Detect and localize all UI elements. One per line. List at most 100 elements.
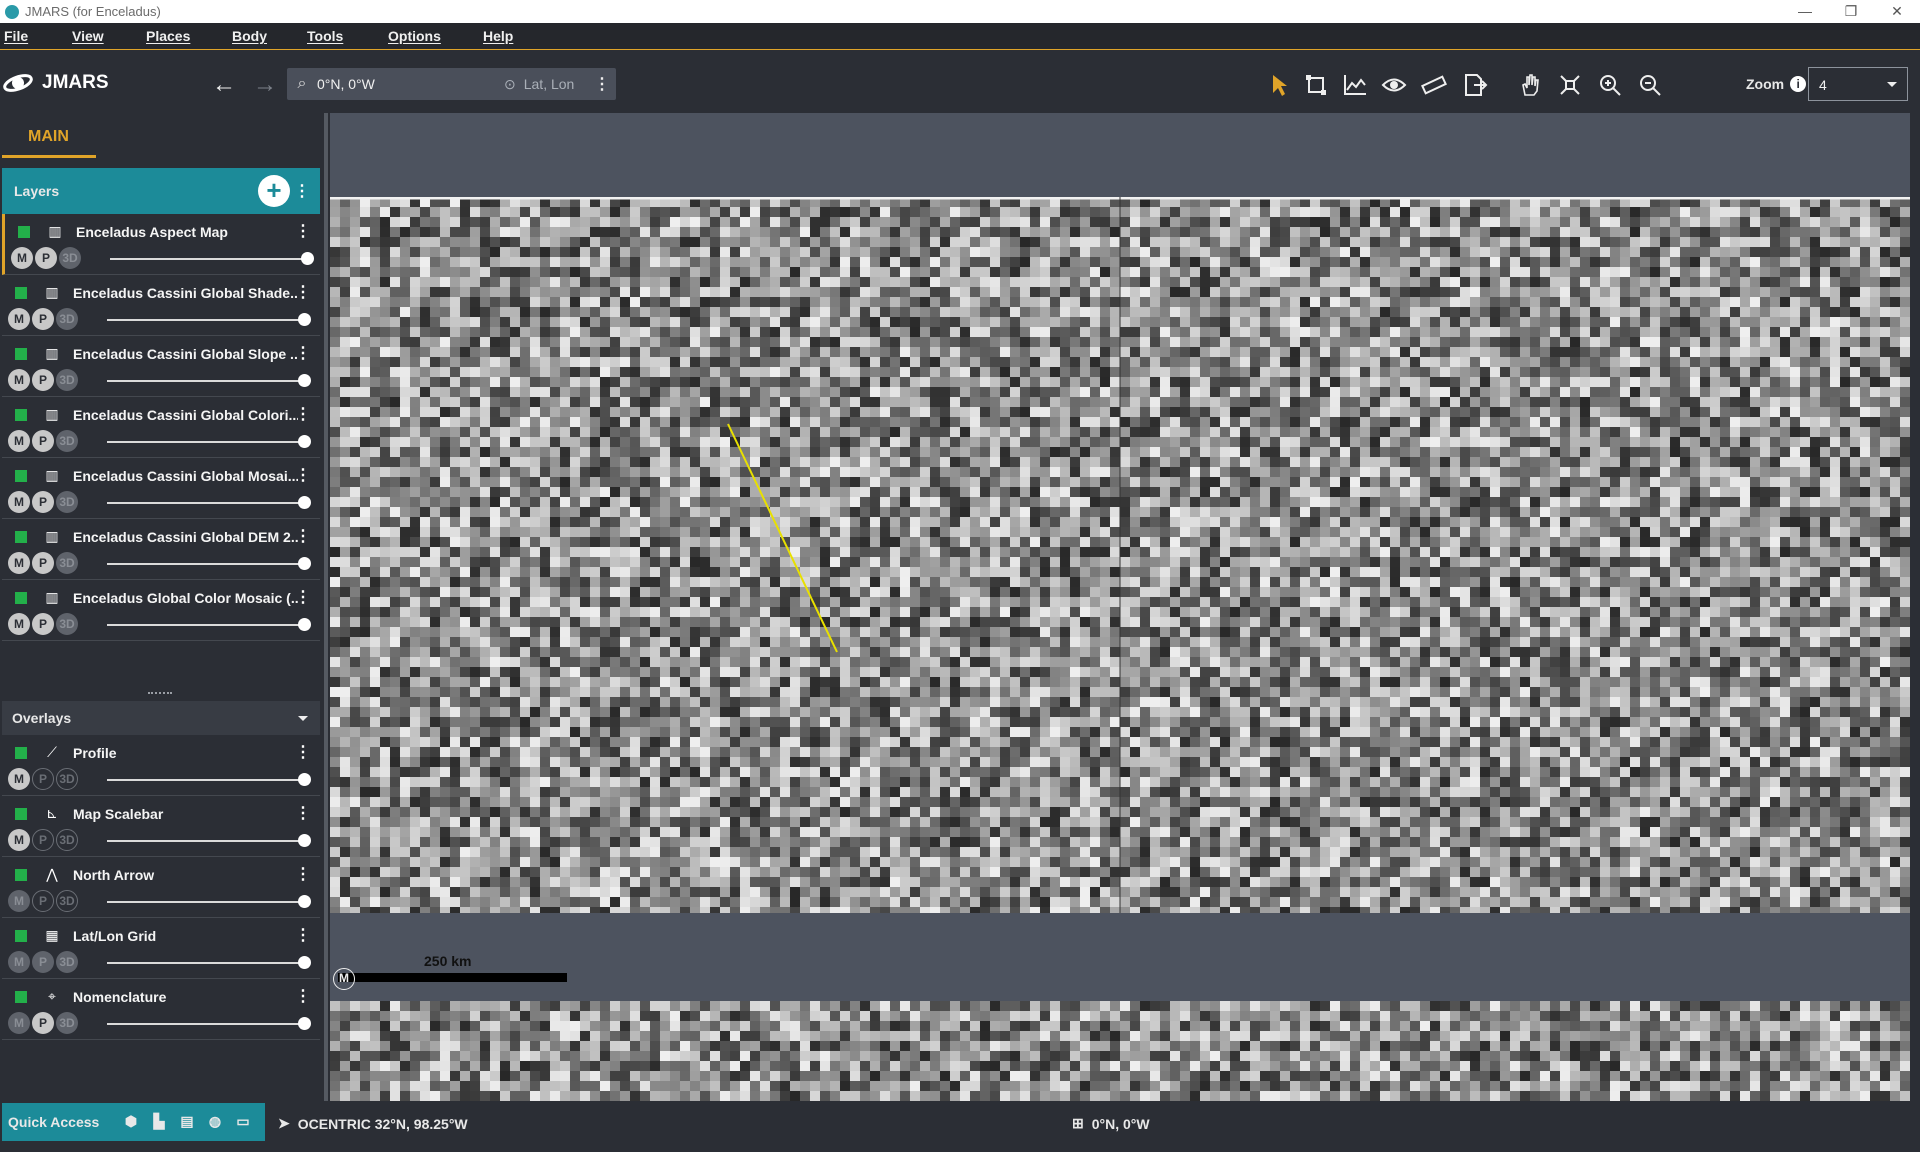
menu-view[interactable]: View bbox=[72, 28, 104, 44]
opacity-slider-handle[interactable] bbox=[298, 956, 311, 969]
panner-badge[interactable]: P bbox=[32, 430, 54, 452]
3d-badge[interactable]: 3D bbox=[56, 951, 78, 973]
overlay-row[interactable]: ⌖ Nomenclature ⋮ M P 3D bbox=[2, 979, 320, 1040]
layer-name[interactable]: Enceladus Cassini Global Mosai... bbox=[73, 468, 298, 484]
main-view-badge[interactable]: M bbox=[8, 430, 30, 452]
enceladus-map[interactable] bbox=[330, 197, 1910, 913]
opacity-slider[interactable] bbox=[107, 563, 307, 565]
menu-tools[interactable]: Tools bbox=[307, 28, 343, 44]
visibility-checkbox[interactable] bbox=[15, 991, 27, 1003]
overlay-name[interactable]: Lat/Lon Grid bbox=[73, 928, 298, 944]
more-options-icon[interactable]: ⋮ bbox=[295, 925, 311, 945]
visibility-checkbox[interactable] bbox=[15, 470, 27, 482]
main-view-badge[interactable]: M bbox=[8, 613, 30, 635]
opacity-slider[interactable] bbox=[107, 380, 307, 382]
overlay-name[interactable]: North Arrow bbox=[73, 867, 298, 883]
layer-row[interactable]: ▥ Enceladus Aspect Map ⋮ M P 3D bbox=[2, 214, 320, 275]
opacity-slider[interactable] bbox=[107, 624, 307, 626]
opacity-slider[interactable] bbox=[107, 1023, 307, 1025]
chart-icon[interactable]: ▙ bbox=[150, 1112, 168, 1130]
layer-name[interactable]: Enceladus Cassini Global Slope ... bbox=[73, 346, 298, 362]
layer-name[interactable]: Enceladus Cassini Global DEM 2... bbox=[73, 529, 298, 545]
layer-row[interactable]: ▥ Enceladus Cassini Global Shade... ⋮ M P 3D bbox=[2, 275, 320, 336]
opacity-slider[interactable] bbox=[107, 962, 307, 964]
opacity-slider[interactable] bbox=[107, 441, 307, 443]
layer-row[interactable]: ▥ Enceladus Cassini Global Colori... ⋮ M P 3D bbox=[2, 397, 320, 458]
menu-places[interactable]: Places bbox=[146, 28, 190, 44]
opacity-slider[interactable] bbox=[107, 779, 307, 781]
overlay-name[interactable]: Profile bbox=[73, 745, 298, 761]
overlay-row[interactable]: ⊾ Map Scalebar ⋮ M P 3D bbox=[2, 796, 320, 857]
opacity-slider-handle[interactable] bbox=[298, 1017, 311, 1030]
eye-icon[interactable] bbox=[1380, 71, 1408, 99]
location-search-input[interactable]: 0°N, 0°W bbox=[317, 76, 502, 92]
more-options-icon[interactable]: ⋮ bbox=[295, 803, 311, 823]
document-icon[interactable]: ▤ bbox=[178, 1112, 196, 1130]
panner-badge[interactable]: P bbox=[32, 308, 54, 330]
main-view-badge[interactable]: M bbox=[8, 308, 30, 330]
visibility-checkbox[interactable] bbox=[15, 808, 27, 820]
3d-badge[interactable]: 3D bbox=[56, 1012, 78, 1034]
panner-badge[interactable]: P bbox=[35, 247, 57, 269]
layer-name[interactable]: Enceladus Aspect Map bbox=[76, 224, 301, 240]
overlay-name[interactable]: Nomenclature bbox=[73, 989, 298, 1005]
globe-icon[interactable]: ◍ bbox=[206, 1112, 224, 1130]
layer-name[interactable]: Enceladus Global Color Mosaic (... bbox=[73, 590, 298, 606]
3d-badge[interactable]: 3D bbox=[56, 890, 78, 912]
vr-goggles-icon[interactable]: ▭ bbox=[234, 1112, 252, 1130]
panner-badge[interactable]: P bbox=[32, 951, 54, 973]
opacity-slider[interactable] bbox=[107, 901, 307, 903]
visibility-checkbox[interactable] bbox=[15, 592, 27, 604]
3d-badge[interactable]: 3D bbox=[56, 491, 78, 513]
tab-main[interactable]: MAIN bbox=[28, 128, 69, 146]
overlay-row[interactable]: ⋀ North Arrow ⋮ M P 3D bbox=[2, 857, 320, 918]
menu-file[interactable]: File bbox=[4, 28, 28, 44]
panner-badge[interactable]: P bbox=[32, 829, 54, 851]
main-view-badge[interactable]: M bbox=[8, 369, 30, 391]
overview-panel[interactable] bbox=[330, 1001, 1910, 1101]
visibility-checkbox[interactable] bbox=[15, 747, 27, 759]
select-pointer-icon[interactable] bbox=[1265, 71, 1293, 99]
opacity-slider[interactable] bbox=[110, 258, 310, 260]
overlay-row[interactable]: ⟋ Profile ⋮ M P 3D bbox=[2, 735, 320, 796]
visibility-checkbox[interactable] bbox=[15, 409, 27, 421]
more-options-icon[interactable]: ⋮ bbox=[295, 526, 311, 546]
layer-name[interactable]: Enceladus Cassini Global Shade... bbox=[73, 285, 298, 301]
overlay-name[interactable]: Map Scalebar bbox=[73, 806, 298, 822]
cube-icon[interactable]: ⬢ bbox=[122, 1112, 140, 1130]
3d-badge[interactable]: 3D bbox=[56, 552, 78, 574]
opacity-slider[interactable] bbox=[107, 502, 307, 504]
main-view-badge[interactable]: M bbox=[8, 491, 30, 513]
layers-more-icon[interactable]: ⋮ bbox=[294, 181, 310, 201]
menu-options[interactable]: Options bbox=[388, 28, 441, 44]
add-layer-button[interactable]: + bbox=[258, 175, 290, 207]
opacity-slider-handle[interactable] bbox=[298, 895, 311, 908]
layer-row[interactable]: ▥ Enceladus Cassini Global DEM 2... ⋮ M P 3D bbox=[2, 519, 320, 580]
more-options-icon[interactable]: ⋮ bbox=[295, 587, 311, 607]
3d-badge[interactable]: 3D bbox=[56, 430, 78, 452]
more-options-icon[interactable]: ⋮ bbox=[295, 986, 311, 1006]
visibility-checkbox[interactable] bbox=[15, 869, 27, 881]
opacity-slider-handle[interactable] bbox=[298, 435, 311, 448]
close-window-button[interactable]: ✕ bbox=[1874, 0, 1920, 23]
3d-badge[interactable]: 3D bbox=[56, 613, 78, 635]
zoom-out-icon[interactable] bbox=[1636, 71, 1664, 99]
3d-badge[interactable]: 3D bbox=[59, 247, 81, 269]
opacity-slider-handle[interactable] bbox=[298, 496, 311, 509]
main-view-badge[interactable]: M bbox=[8, 1012, 30, 1034]
panner-badge[interactable]: P bbox=[32, 768, 54, 790]
zoom-select[interactable]: 4 bbox=[1808, 67, 1908, 101]
opacity-slider-handle[interactable] bbox=[298, 618, 311, 631]
overlays-header[interactable]: Overlays bbox=[2, 701, 320, 735]
opacity-slider-handle[interactable] bbox=[301, 252, 314, 265]
opacity-slider[interactable] bbox=[107, 840, 307, 842]
coord-mode-label[interactable]: Lat, Lon bbox=[524, 76, 575, 92]
layer-row[interactable]: ▥ Enceladus Cassini Global Slope ... ⋮ M P 3D bbox=[2, 336, 320, 397]
location-search[interactable]: ⌕ 0°N, 0°W ⊙ Lat, Lon ⋮ bbox=[287, 68, 616, 100]
main-view-badge[interactable]: M bbox=[8, 951, 30, 973]
minimize-button[interactable]: — bbox=[1782, 0, 1828, 23]
opacity-slider-handle[interactable] bbox=[298, 834, 311, 847]
3d-badge[interactable]: 3D bbox=[56, 369, 78, 391]
panner-badge[interactable]: P bbox=[32, 369, 54, 391]
forward-arrow-icon[interactable]: → bbox=[253, 71, 277, 99]
